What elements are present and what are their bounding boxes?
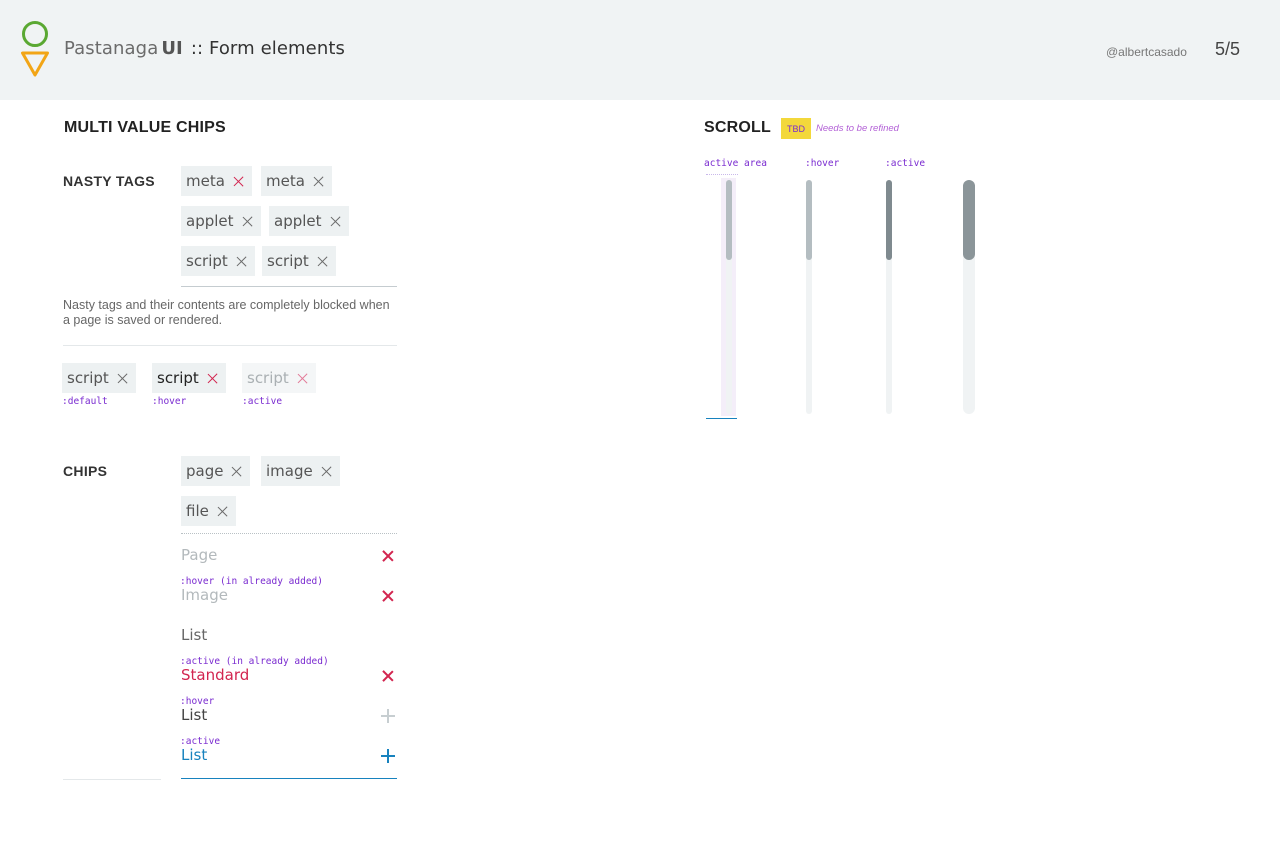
chip-label: script xyxy=(247,369,289,387)
close-icon[interactable] xyxy=(217,506,228,517)
chip-label: meta xyxy=(186,172,225,190)
chip-label: meta xyxy=(266,172,305,190)
divider xyxy=(63,779,161,780)
nasty-tag-chip[interactable]: meta xyxy=(181,166,252,196)
close-icon[interactable] xyxy=(382,590,394,602)
chip-state-hover[interactable]: script xyxy=(152,363,226,393)
option-list[interactable]: List xyxy=(181,626,207,644)
close-icon[interactable] xyxy=(321,466,332,477)
close-icon[interactable] xyxy=(236,256,247,267)
add-icon[interactable] xyxy=(381,749,395,763)
active-area-guide xyxy=(706,174,738,175)
close-icon[interactable] xyxy=(330,216,341,227)
nasty-tag-chip[interactable]: script xyxy=(262,246,336,276)
logo-icon xyxy=(21,21,49,77)
chip[interactable]: file xyxy=(181,496,236,526)
option-standard[interactable]: Standard xyxy=(181,666,249,684)
state-label-hover: :hover xyxy=(152,396,187,407)
chip-state-default[interactable]: script xyxy=(62,363,136,393)
chip[interactable]: page xyxy=(181,456,251,486)
chip[interactable]: image xyxy=(261,456,340,486)
option-list-active[interactable]: List xyxy=(181,746,207,764)
chip-state-active[interactable]: script xyxy=(242,363,316,393)
author-handle: @albertcasado xyxy=(1106,45,1187,59)
nasty-tag-chip[interactable]: applet xyxy=(269,206,349,236)
chips-label: CHIPS xyxy=(63,463,108,479)
option-image[interactable]: Image xyxy=(181,586,228,604)
chip-label: image xyxy=(266,462,313,480)
chip-label: script xyxy=(67,369,109,387)
chip-label: applet xyxy=(274,212,322,230)
nasty-tag-chip[interactable]: applet xyxy=(181,206,261,236)
close-icon[interactable] xyxy=(233,176,244,187)
chip-label: applet xyxy=(186,212,234,230)
scroll-label-hover: :hover xyxy=(805,158,840,169)
scrollbar-thumb-wide[interactable] xyxy=(963,180,975,260)
page-counter: 5/5 xyxy=(1215,39,1241,59)
chips-input-underline[interactable] xyxy=(181,778,397,779)
state-label-active: :active xyxy=(242,396,283,407)
close-icon[interactable] xyxy=(117,373,128,384)
brand-ui: UI xyxy=(161,38,183,59)
option-page[interactable]: Page xyxy=(181,546,217,564)
app-title: Pastanaga UI:: Form elements xyxy=(64,38,345,59)
close-icon[interactable] xyxy=(382,550,394,562)
scrollbar-thumb-hover[interactable] xyxy=(806,180,812,260)
close-icon[interactable] xyxy=(382,670,394,682)
dropdown-divider xyxy=(181,533,397,534)
state-label-default: :default xyxy=(62,396,108,407)
active-area-marker xyxy=(706,418,737,419)
chip-label: page xyxy=(186,462,224,480)
close-icon[interactable] xyxy=(317,256,328,267)
divider xyxy=(63,345,397,346)
add-icon[interactable] xyxy=(381,709,395,723)
scrollbar-thumb-active[interactable] xyxy=(886,180,892,260)
scrollbar-thumb[interactable] xyxy=(726,180,732,260)
close-icon[interactable] xyxy=(231,466,242,477)
chip-label: file xyxy=(186,502,209,520)
nasty-tags-hint: Nasty tags and their contents are comple… xyxy=(63,298,390,327)
close-icon[interactable] xyxy=(207,373,218,384)
nasty-tag-chip[interactable]: script xyxy=(181,246,255,276)
nasty-tags-label: NASTY TAGS xyxy=(63,173,155,189)
scroll-title: SCROLL xyxy=(704,119,771,136)
nasty-tag-chip[interactable]: meta xyxy=(261,166,332,196)
refine-note: Needs to be refined xyxy=(816,123,899,134)
close-icon[interactable] xyxy=(297,373,308,384)
scroll-label-active: :active xyxy=(885,158,926,169)
chip-label: script xyxy=(267,252,309,270)
brand-name: Pastanaga xyxy=(64,38,159,59)
nasty-tags-input-underline[interactable] xyxy=(181,286,397,287)
close-icon[interactable] xyxy=(313,176,324,187)
multi-value-chips-title: MULTI VALUE CHIPS xyxy=(64,119,226,136)
tbd-badge: TBD xyxy=(781,118,811,139)
header: Pastanaga UI:: Form elements @albertcasad… xyxy=(0,0,1280,100)
chip-label: script xyxy=(157,369,199,387)
page-title: :: Form elements xyxy=(190,38,345,59)
chip-label: script xyxy=(186,252,228,270)
scroll-label-active-area: active area xyxy=(704,158,767,169)
option-list-hover[interactable]: List xyxy=(181,706,207,724)
close-icon[interactable] xyxy=(242,216,253,227)
